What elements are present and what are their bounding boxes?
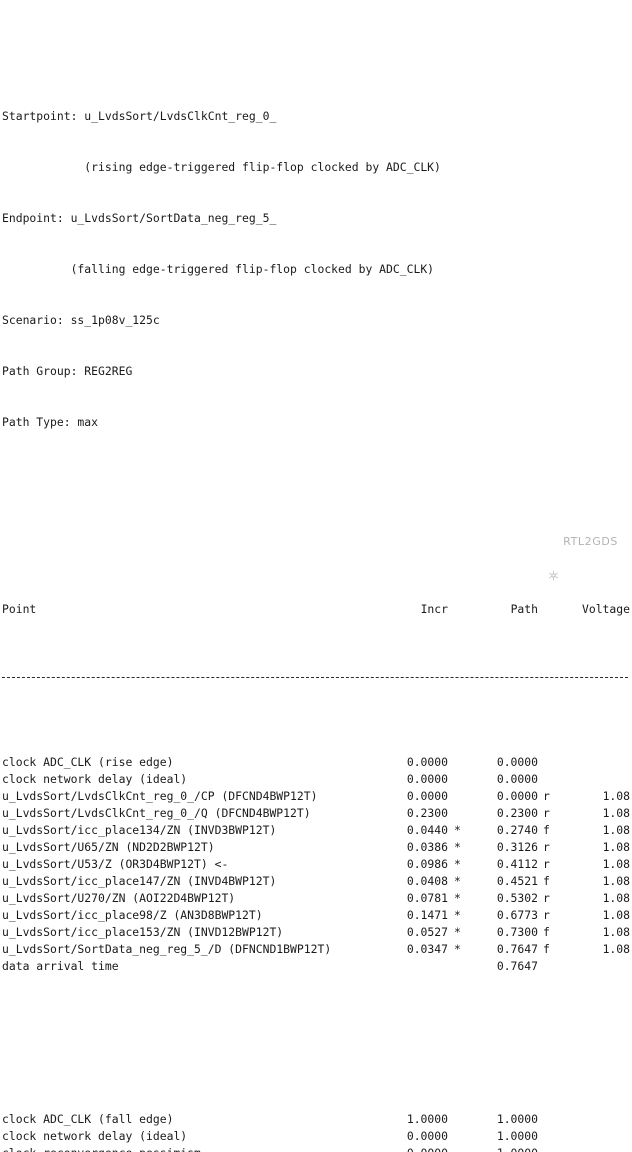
- column-header-point: Point: [2, 602, 37, 616]
- flower-logo-icon: [547, 535, 560, 581]
- startpoint-line: Startpoint: u_LvdsSort/LvdsClkCnt_reg_0_: [2, 109, 277, 123]
- row-point-label: u_LvdsSort/SortData_neg_reg_5_/D (DFNCND…: [2, 942, 332, 956]
- table-row: u_LvdsSort/LvdsClkCnt_reg_0_/CP (DFCND4B…: [2, 788, 632, 805]
- endpoint-note-line: (falling edge-triggered flip-flop clocke…: [2, 262, 435, 276]
- table-column-header: Point Incr Path Voltage: [2, 601, 632, 618]
- row-point-label: u_LvdsSort/icc_place134/ZN (INVD3BWP12T): [2, 823, 277, 837]
- row-path-value: 0.2740: [496, 823, 538, 837]
- watermark: RTL2GDS: [547, 533, 618, 581]
- row-path-value: 0.0000: [496, 755, 538, 769]
- table-row: clock ADC_CLK (fall edge) 1.0000 1.0000: [2, 1111, 632, 1128]
- row-path-value: 0.7647: [496, 959, 538, 973]
- table-row: u_LvdsSort/icc_place98/Z (AN3D8BWP12T) 0.…: [2, 907, 632, 924]
- row-path-value: 0.7647: [496, 942, 538, 956]
- row-point-label: clock network delay (ideal): [2, 772, 188, 786]
- row-point-label: u_LvdsSort/icc_place98/Z (AN3D8BWP12T): [2, 908, 263, 922]
- table-row: clock network delay (ideal) 0.0000 1.0000: [2, 1128, 632, 1145]
- path-group-line: Path Group: REG2REG: [2, 364, 133, 378]
- row-voltage-value: 1.08: [602, 874, 630, 888]
- header-separator-rule: [2, 669, 632, 686]
- table-row: u_LvdsSort/icc_place134/ZN (INVD3BWP12T)…: [2, 822, 632, 839]
- column-header-voltage: Voltage: [581, 602, 630, 616]
- row-path-value: 0.2300: [496, 806, 538, 820]
- row-point-label: u_LvdsSort/LvdsClkCnt_reg_0_/Q (DFCND4BW…: [2, 806, 311, 820]
- row-voltage-value: 1.08: [602, 942, 630, 956]
- row-voltage-value: 1.08: [602, 857, 630, 871]
- row-point-label: u_LvdsSort/U53/Z (OR3D4BWP12T) <-: [2, 857, 229, 871]
- table-row: u_LvdsSort/SortData_neg_reg_5_/D (DFNCND…: [2, 941, 632, 958]
- path-type-line: Path Type: max: [2, 415, 99, 429]
- row-point-label: data arrival time: [2, 959, 119, 973]
- timing-report: Startpoint: u_LvdsSort/LvdsClkCnt_reg_0_…: [0, 0, 632, 1152]
- row-voltage-value: 1.08: [602, 840, 630, 854]
- row-point-label: u_LvdsSort/U270/ZN (AOI22D4BWP12T): [2, 891, 236, 905]
- row-path-value: 0.4521: [496, 874, 538, 888]
- table-row: u_LvdsSort/U270/ZN (AOI22D4BWP12T) 0.0781…: [2, 890, 632, 907]
- row-path-value: 0.0000: [496, 772, 538, 786]
- row-voltage-value: 1.08: [602, 925, 630, 939]
- data-required-section: clock ADC_CLK (fall edge) 1.0000 1.0000 clo…: [2, 1111, 632, 1152]
- table-row: u_LvdsSort/U53/Z (OR3D4BWP12T) <- 0.0986 *…: [2, 856, 632, 873]
- row-path-value: 1.0000: [422, 1145, 538, 1152]
- row-path-value: 0.4112: [496, 857, 538, 871]
- row-voltage-value: 1.08: [602, 789, 630, 803]
- table-row: clock network delay (ideal) 0.0000 0.0000: [2, 771, 632, 788]
- row-path-value: 0.7300: [496, 925, 538, 939]
- row-voltage-value: 1.08: [602, 806, 630, 820]
- startpoint-note-line: (rising edge-triggered flip-flop clocked…: [2, 160, 441, 174]
- row-point-label: clock ADC_CLK (rise edge): [2, 755, 174, 769]
- table-row: u_LvdsSort/icc_place153/ZN (INVD12BWP12T…: [2, 924, 632, 941]
- row-point-label: clock network delay (ideal): [2, 1129, 188, 1143]
- row-voltage-value: 1.08: [602, 908, 630, 922]
- scenario-line: Scenario: ss_1p08v_125c: [2, 313, 160, 327]
- row-point-label: clock reconvergence pessimism: [2, 1145, 201, 1152]
- row-point-label: u_LvdsSort/LvdsClkCnt_reg_0_/CP (DFCND4B…: [2, 789, 318, 803]
- row-point-label: u_LvdsSort/icc_place147/ZN (INVD4BWP12T): [2, 874, 277, 888]
- table-row: u_LvdsSort/icc_place147/ZN (INVD4BWP12T)…: [2, 873, 632, 890]
- table-row: u_LvdsSort/U65/ZN (ND2D2BWP12T) 0.0386 * 0.…: [2, 839, 632, 856]
- row-path-value: 1.0000: [496, 1112, 538, 1126]
- watermark-text: RTL2GDS: [563, 535, 618, 548]
- row-path-value: 0.0000: [496, 789, 538, 803]
- table-row: u_LvdsSort/LvdsClkCnt_reg_0_/Q (DFCND4BW…: [2, 805, 632, 822]
- row-point-label: clock ADC_CLK (fall edge): [2, 1112, 174, 1126]
- row-path-value: 0.3126: [496, 840, 538, 854]
- data-arrival-section: clock ADC_CLK (rise edge) 0.0000 0.0000 clo…: [2, 754, 632, 975]
- table-row: data arrival time 0.7647: [2, 958, 632, 975]
- row-path-value: 1.0000: [496, 1129, 538, 1143]
- row-voltage-value: 1.08: [602, 891, 630, 905]
- table-row: clock reconvergence pessimism0.00001.000…: [2, 1145, 632, 1152]
- column-header-path: Path: [510, 602, 538, 616]
- row-point-label: u_LvdsSort/icc_place153/ZN (INVD12BWP12T…: [2, 925, 284, 939]
- row-point-label: u_LvdsSort/U65/ZN (ND2D2BWP12T): [2, 840, 215, 854]
- row-voltage-value: 1.08: [602, 823, 630, 837]
- table-row: clock ADC_CLK (rise edge) 0.0000 0.0000: [2, 754, 632, 771]
- report-header: Startpoint: u_LvdsSort/LvdsClkCnt_reg_0_…: [2, 74, 632, 465]
- endpoint-line: Endpoint: u_LvdsSort/SortData_neg_reg_5_: [2, 211, 277, 225]
- row-path-value: 0.6773: [496, 908, 538, 922]
- row-path-value: 0.5302: [496, 891, 538, 905]
